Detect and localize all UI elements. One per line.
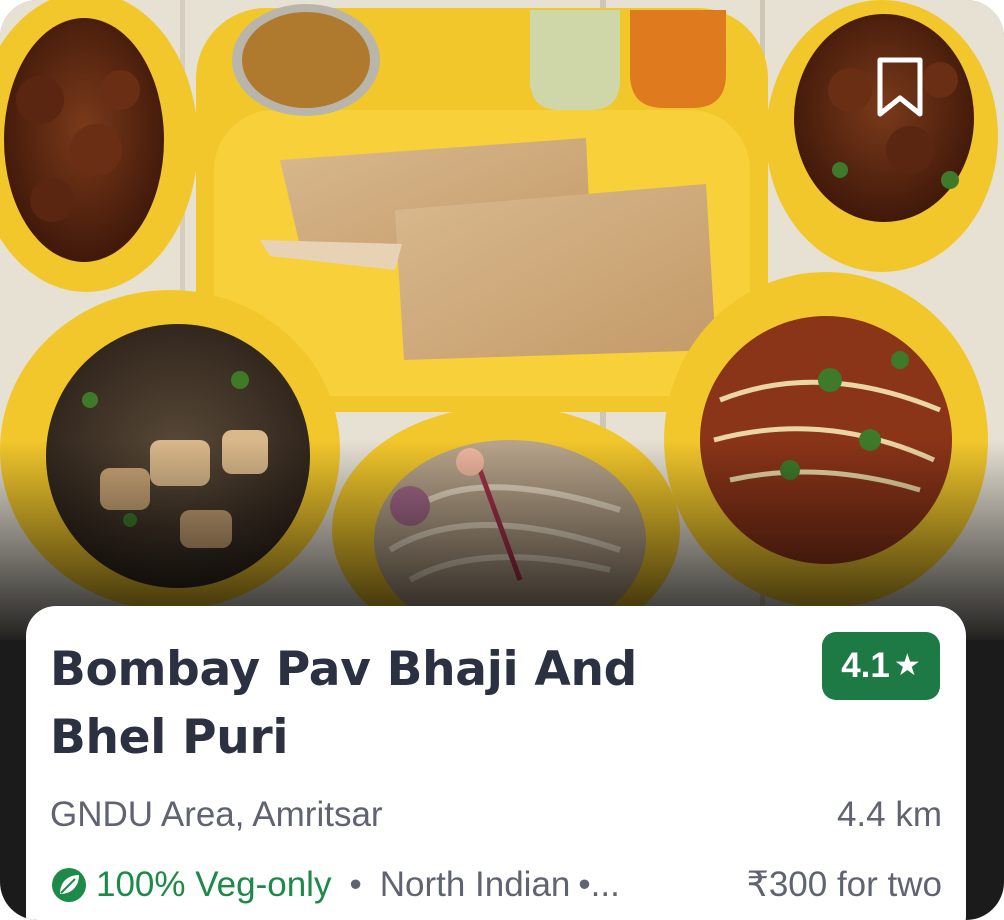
cuisine-more: •... [578,865,620,904]
tags: 100% Veg-only • North Indian •... [50,865,620,905]
leaf-icon [50,866,88,904]
separator: • [349,865,362,904]
restaurant-card[interactable]: Bombay Pav Bhaji And Bhel Puri 4.1 ★ GND… [0,0,1004,920]
price-for-two: ₹300 for two [746,865,942,904]
restaurant-distance: 4.4 km [836,795,942,834]
location-row: GNDU Area, Amritsar 4.4 km [50,792,942,838]
meta-row: 100% Veg-only • North Indian •... ₹300 f… [50,860,942,910]
cuisine-tag: North Indian [379,865,571,904]
restaurant-name: Bombay Pav Bhaji And Bhel Puri [50,642,637,765]
star-icon: ★ [893,649,921,682]
rating-value: 4.1 [841,646,890,685]
bookmark-icon[interactable] [874,56,926,120]
restaurant-info-panel[interactable]: Bombay Pav Bhaji And Bhel Puri 4.1 ★ GND… [26,606,966,920]
restaurant-location: GNDU Area, Amritsar [50,795,383,834]
veg-only-tag: 100% Veg-only [96,865,332,904]
food-photo [0,0,1004,640]
restaurant-hero-image[interactable] [0,0,1004,640]
rating-badge[interactable]: 4.1 ★ [822,632,940,700]
